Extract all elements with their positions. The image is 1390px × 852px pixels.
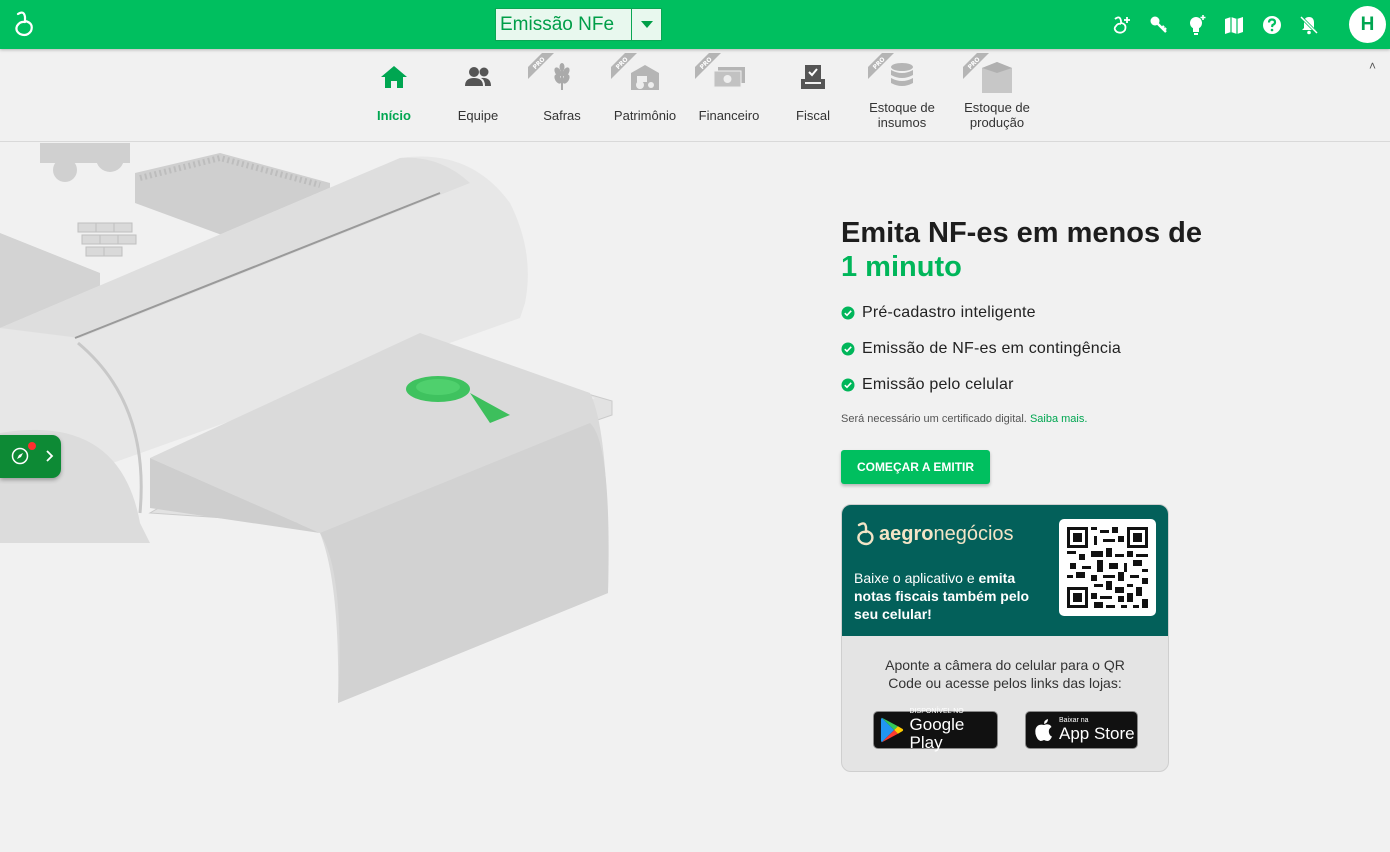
pro-badge: PRO <box>695 53 721 79</box>
wheat-icon: PRO <box>528 53 582 97</box>
module-inicio[interactable]: Início <box>374 57 414 137</box>
add-user-icon[interactable] <box>1103 12 1141 38</box>
money-icon: PRO <box>695 53 749 97</box>
pro-badge: PRO <box>963 53 989 79</box>
check-circle-icon <box>841 306 855 320</box>
qr-code <box>1059 519 1156 616</box>
learn-more-link[interactable]: Saiba mais. <box>1030 413 1087 425</box>
aegro-negocios-logo: aegro negócios <box>854 521 1014 547</box>
start-issuing-button[interactable]: COMEÇAR A EMITIR <box>841 450 990 484</box>
pro-badge: PRO <box>868 53 894 79</box>
lightbulb-icon[interactable] <box>1178 12 1216 38</box>
module-equipe[interactable]: Equipe <box>453 57 503 137</box>
guide-tab[interactable] <box>0 435 61 478</box>
top-bar: Emissão NFe H <box>0 0 1390 49</box>
check-circle-icon <box>841 378 855 392</box>
app-store-button[interactable]: Baixar na App Store <box>1025 711 1138 749</box>
module-nav: Início Equipe PRO Safras PRO Patrimônio … <box>0 49 1390 142</box>
module-estoque-insumos[interactable]: PRO Estoque de insumos <box>867 53 937 137</box>
app-download-card: aegro negócios Baixe o aplicativo e emita… <box>841 504 1169 772</box>
chevron-right-icon <box>46 450 54 462</box>
notifications-off-icon[interactable] <box>1291 12 1329 38</box>
compass-icon <box>11 447 29 465</box>
key-icon[interactable] <box>1141 12 1179 38</box>
feature-item: Pré-cadastro inteligente <box>841 304 1036 322</box>
help-icon[interactable] <box>1253 12 1291 38</box>
module-estoque-producao[interactable]: PRO Estoque de produção <box>962 53 1032 137</box>
notification-dot <box>28 442 36 450</box>
invoice-machine-icon <box>793 57 833 97</box>
apple-icon <box>1035 719 1052 741</box>
certificate-note: Será necessário um certificado digital. … <box>841 413 1088 425</box>
aegro-logo-icon[interactable] <box>12 11 36 37</box>
module-fiscal[interactable]: Fiscal <box>788 57 838 137</box>
feature-item: Emissão de NF-es em contingência <box>841 340 1121 358</box>
module-selector-label: Emissão NFe <box>500 13 615 35</box>
team-icon <box>458 57 498 97</box>
silo-icon: PRO <box>963 53 1017 97</box>
book-map-icon[interactable] <box>1216 12 1254 38</box>
module-financeiro[interactable]: PRO Financeiro <box>694 53 764 137</box>
pro-badge: PRO <box>528 53 554 79</box>
tractor-barn-icon: PRO <box>611 53 665 97</box>
home-icon <box>374 57 414 97</box>
google-play-icon <box>880 717 904 743</box>
app-card-header: aegro negócios Baixe o aplicativo e emita… <box>842 505 1168 636</box>
module-safras[interactable]: PRO Safras <box>528 53 587 137</box>
invoice-printer-illustration <box>0 143 613 703</box>
app-card-text: Baixe o aplicativo e emita notas fiscais… <box>854 570 1030 622</box>
module-selector[interactable]: Emissão NFe <box>495 8 662 41</box>
database-icon: PRO <box>868 53 922 97</box>
google-play-button[interactable]: DISPONÍVEL NO Google Play <box>873 708 998 752</box>
chevron-down-icon[interactable] <box>631 9 661 40</box>
user-avatar[interactable]: H <box>1349 6 1386 43</box>
app-card-instructions: Aponte a câmera do celular para o QR Cod… <box>885 657 1125 691</box>
collapse-nav-icon[interactable]: ˄ <box>1369 59 1376 73</box>
module-patrimonio[interactable]: PRO Patrimônio <box>610 53 680 137</box>
aegro-logo-icon <box>857 522 874 546</box>
pro-badge: PRO <box>611 53 637 79</box>
page-title: Emita NF-es em menos de 1 minuto <box>841 217 1202 283</box>
check-circle-icon <box>841 342 855 356</box>
feature-item: Emissão pelo celular <box>841 376 1014 394</box>
